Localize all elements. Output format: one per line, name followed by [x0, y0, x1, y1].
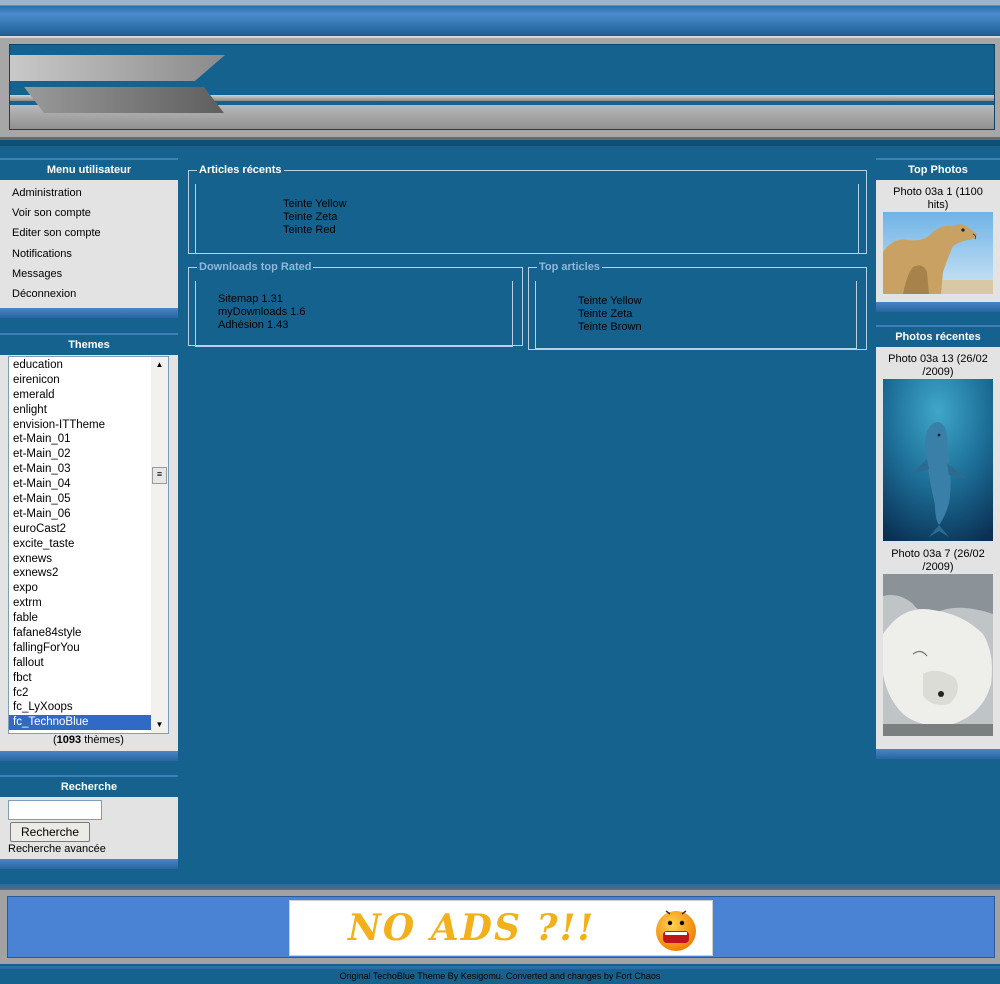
ad-banner[interactable]: NO ADS ?!!	[289, 900, 713, 956]
recent-photos-title: Photos récentes	[876, 325, 1000, 347]
top-article-link[interactable]: Teinte Brown	[578, 321, 642, 334]
download-link[interactable]: myDownloads 1.6	[218, 306, 305, 319]
search-input[interactable]	[8, 800, 102, 820]
top-article-link[interactable]: Teinte Zeta	[578, 308, 642, 321]
themes-scrollbar[interactable]: ▲ ≡ ▼	[151, 357, 168, 733]
ad-banner-text: NO ADS ?!!	[348, 907, 596, 949]
recent-article-link[interactable]: Teinte Yellow	[283, 198, 347, 211]
theme-option[interactable]: envision-ITTheme	[9, 418, 153, 433]
theme-option[interactable]: et-Main_06	[9, 507, 153, 522]
menu-item-administration[interactable]: Administration	[0, 183, 178, 203]
themes-title: Themes	[0, 333, 178, 355]
theme-option[interactable]: fc2	[9, 686, 153, 701]
theme-option[interactable]: expo	[9, 581, 153, 596]
download-link[interactable]: Sitemap 1.31	[218, 293, 305, 306]
menu-item-logout[interactable]: Déconnexion	[0, 284, 178, 304]
top-articles-legend: Top articles	[539, 261, 600, 273]
themes-select[interactable]: education eirenicon emerald enlight envision…	[8, 356, 169, 734]
block-footer-bar	[876, 302, 1000, 312]
search-title: Recherche	[0, 775, 178, 797]
recent-photo-caption[interactable]: Photo 03a 7 (26/02 /2009)	[876, 548, 1000, 574]
block-footer-bar	[0, 751, 178, 761]
menu-item-notifications[interactable]: Notifications	[0, 244, 178, 264]
theme-option[interactable]: fc_TechnoBlue	[9, 715, 153, 731]
shocked-face-icon	[656, 910, 696, 951]
theme-option[interactable]: et-Main_02	[9, 447, 153, 462]
top-article-link[interactable]: Teinte Yellow	[578, 295, 642, 308]
top-photos-block: Top Photos Photo 03a 1 (1100 hits)	[876, 158, 1000, 312]
theme-option[interactable]: euroCast2	[9, 522, 153, 537]
header-logo-slab-bottom	[24, 87, 224, 113]
header-banner	[9, 44, 995, 130]
theme-option[interactable]: education	[9, 358, 153, 373]
theme-option[interactable]: et-Main_05	[9, 492, 153, 507]
user-menu-block: Menu utilisateur Administration Voir son…	[0, 158, 178, 318]
theme-option[interactable]: enlight	[9, 403, 153, 418]
theme-option[interactable]: fallout	[9, 656, 153, 671]
camel-photo[interactable]	[883, 212, 993, 294]
theme-option[interactable]: fc_LyXoops	[9, 700, 153, 715]
themes-options: education eirenicon emerald enlight envision…	[9, 357, 153, 731]
menu-item-edit-account[interactable]: Editer son compte	[0, 223, 178, 243]
recent-photo-caption[interactable]: Photo 03a 13 (26/02 /2009)	[876, 353, 1000, 379]
site-header	[0, 36, 1000, 140]
header-logo-slab-top	[10, 55, 225, 81]
theme-option[interactable]: et-Main_03	[9, 462, 153, 477]
polar-bear-photo[interactable]	[883, 574, 993, 736]
recent-articles-panel: Articles récents Teinte Yellow Teinte Ze…	[188, 164, 867, 254]
download-link[interactable]: Adhésion 1.43	[218, 319, 305, 332]
downloads-top-list: Sitemap 1.31 myDownloads 1.6 Adhésion 1.…	[218, 293, 305, 332]
scroll-down-icon[interactable]: ▼	[151, 717, 168, 733]
recent-articles-legend: Articles récents	[199, 164, 282, 176]
theme-option[interactable]: et-Main_04	[9, 477, 153, 492]
user-menu-list: Administration Voir son compte Editer so…	[0, 180, 178, 304]
theme-option[interactable]: excite_taste	[9, 537, 153, 552]
block-footer-bar	[0, 308, 178, 318]
theme-option[interactable]: et-Main_01	[9, 432, 153, 447]
user-menu-title: Menu utilisateur	[0, 158, 178, 180]
top-articles-panel: Top articles Teinte Yellow Teinte Zeta T…	[528, 261, 867, 350]
theme-option[interactable]: exnews	[9, 552, 153, 567]
header-shadow	[0, 140, 1000, 146]
theme-option[interactable]: eirenicon	[9, 373, 153, 388]
themes-count: (1093 thèmes)	[53, 734, 124, 746]
search-button[interactable]: Recherche	[10, 822, 90, 842]
advanced-search-link[interactable]: Recherche avancée	[8, 843, 106, 855]
recent-article-link[interactable]: Teinte Red	[283, 224, 347, 237]
block-footer-bar	[0, 859, 178, 869]
top-articles-list: Teinte Yellow Teinte Zeta Teinte Brown	[578, 295, 642, 334]
scroll-up-icon[interactable]: ▲	[151, 357, 168, 373]
footer-credit: Original TechoBlue Theme By Kesigomu. Co…	[0, 966, 1000, 984]
top-bar	[0, 0, 1000, 36]
block-footer-bar	[876, 749, 1000, 759]
theme-option[interactable]: fbct	[9, 671, 153, 686]
downloads-top-panel: Downloads top Rated Sitemap 1.31 myDownl…	[188, 261, 523, 347]
theme-option[interactable]: exnews2	[9, 566, 153, 581]
theme-option[interactable]: extrm	[9, 596, 153, 611]
theme-option[interactable]: emerald	[9, 388, 153, 403]
downloads-top-legend: Downloads top Rated	[199, 261, 312, 273]
menu-item-messages[interactable]: Messages	[0, 264, 178, 284]
scroll-thumb[interactable]: ≡	[152, 467, 167, 484]
menu-item-view-account[interactable]: Voir son compte	[0, 203, 178, 223]
top-photos-title: Top Photos	[876, 158, 1000, 180]
dolphin-photo[interactable]	[883, 379, 993, 541]
top-photo-caption[interactable]: Photo 03a 1 (1100 hits)	[876, 186, 1000, 212]
search-block: Recherche Recherche Recherche avancée	[0, 775, 178, 869]
recent-articles-list: Teinte Yellow Teinte Zeta Teinte Red	[283, 198, 347, 237]
recent-article-link[interactable]: Teinte Zeta	[283, 211, 347, 224]
recent-photos-block: Photos récentes Photo 03a 13 (26/02 /200…	[876, 325, 1000, 759]
theme-option[interactable]: fafane84style	[9, 626, 153, 641]
theme-option[interactable]: fallingForYou	[9, 641, 153, 656]
theme-option[interactable]: fable	[9, 611, 153, 626]
